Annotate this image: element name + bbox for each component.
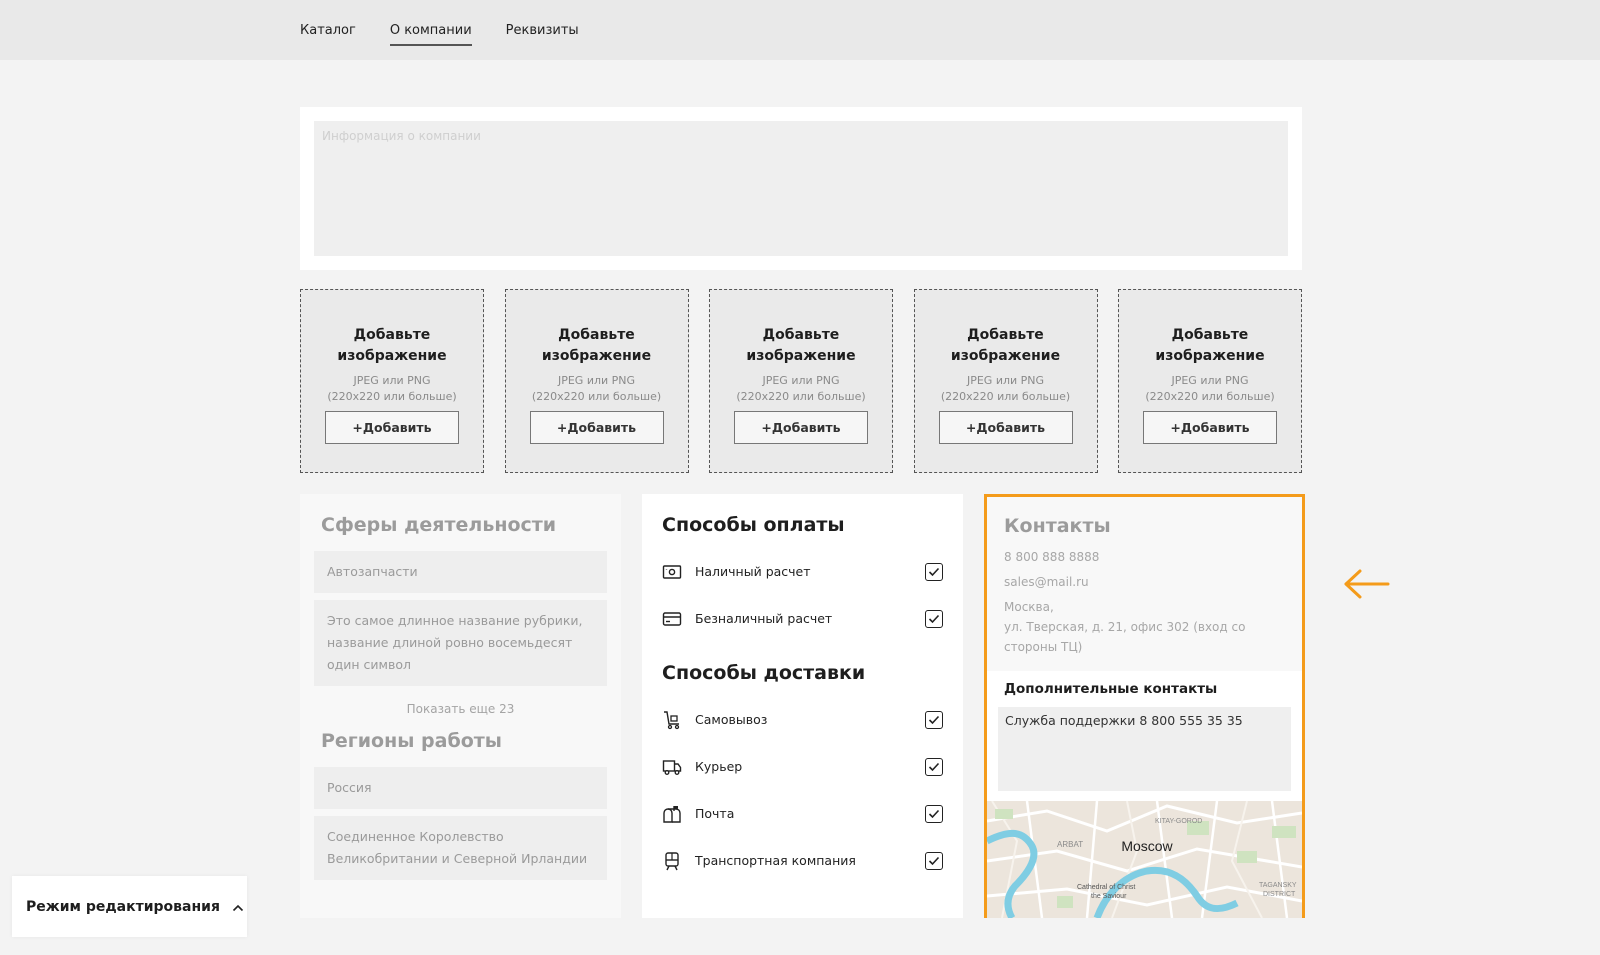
delivery-option-courier[interactable]: Курьер xyxy=(662,743,943,790)
main-nav: Каталог О компании Реквизиты xyxy=(300,0,579,60)
contact-address-city: Москва, xyxy=(1004,600,1054,614)
upload-title: Добавьте изображение xyxy=(337,327,447,364)
edit-mode-label: Режим редактирования xyxy=(26,898,220,915)
option-label: Наличный расчет xyxy=(695,564,811,579)
map-label: TAGANSKY xyxy=(1259,882,1297,889)
region-item[interactable]: Соединенное Королевство Великобритании и… xyxy=(314,816,607,880)
payment-option-cash[interactable]: Наличный расчет xyxy=(662,548,943,595)
map-label: the Saviour xyxy=(1091,893,1127,900)
image-upload-slot[interactable]: Добавьте изображение JPEG или PNG (220x2… xyxy=(913,289,1098,473)
additional-contacts-field[interactable]: Служба поддержки 8 800 555 35 35 xyxy=(998,707,1291,791)
delivery-option-transport-company[interactable]: Транспортная компания xyxy=(662,837,943,884)
add-image-button[interactable]: +Добавить xyxy=(734,411,868,444)
checkbox-checked[interactable] xyxy=(925,710,943,729)
checkbox-checked[interactable] xyxy=(925,757,943,776)
contacts-panel: Контакты 8 800 888 8888 sales@mail.ru Мо… xyxy=(984,494,1305,918)
checkbox-checked[interactable] xyxy=(925,609,943,628)
nav-tab-requisites[interactable]: Реквизиты xyxy=(506,15,579,46)
company-info-textarea[interactable] xyxy=(314,121,1288,256)
option-label: Самовывоз xyxy=(695,712,768,727)
image-upload-slot[interactable]: Добавьте изображение JPEG или PNG (220x2… xyxy=(300,289,484,473)
payment-title: Способы оплаты xyxy=(662,514,845,536)
payment-delivery-panel: Способы оплаты Наличный расчет Безналичн… xyxy=(642,494,963,918)
image-upload-slot[interactable]: Добавьте изображение JPEG или PNG (220x2… xyxy=(709,289,893,473)
upload-hint: JPEG или PNG (220x220 или больше) xyxy=(327,374,457,403)
truck-icon xyxy=(662,757,682,777)
region-item[interactable]: Россия xyxy=(314,767,607,809)
contact-address-street: ул. Тверская, д. 21, офис 302 (вход со с… xyxy=(1004,620,1246,654)
add-image-button[interactable]: +Добавить xyxy=(325,411,459,444)
additional-contacts-title: Дополнительные контакты xyxy=(1004,681,1218,697)
map-city-label: Moscow xyxy=(1121,838,1173,854)
train-icon xyxy=(662,851,682,871)
regions-title: Регионы работы xyxy=(321,730,502,752)
delivery-option-post[interactable]: Почта xyxy=(662,790,943,837)
checkbox-checked[interactable] xyxy=(925,804,943,823)
edit-mode-toggle[interactable]: Режим редактирования xyxy=(12,876,247,937)
delivery-option-pickup[interactable]: Самовывоз xyxy=(662,696,943,743)
upload-hint: JPEG или PNG (220x220 или больше) xyxy=(940,374,1071,403)
checkbox-checked[interactable] xyxy=(925,851,943,870)
activities-title: Сферы деятельности xyxy=(321,514,557,536)
option-label: Почта xyxy=(695,806,735,821)
mailbox-icon xyxy=(662,804,682,824)
add-image-button[interactable]: +Добавить xyxy=(1143,411,1277,444)
add-image-button[interactable]: +Добавить xyxy=(938,411,1073,444)
nav-tab-about[interactable]: О компании xyxy=(389,15,472,46)
company-info-card xyxy=(300,107,1302,270)
image-upload-row: Добавьте изображение JPEG или PNG (220x2… xyxy=(300,289,1302,473)
upload-title: Добавьте изображение xyxy=(541,327,652,364)
upload-title: Добавьте изображение xyxy=(746,327,856,364)
upload-hint: JPEG или PNG (220x220 или больше) xyxy=(736,374,866,403)
upload-hint: JPEG или PNG (220x220 или больше) xyxy=(531,374,662,403)
contacts-title: Контакты xyxy=(1004,515,1111,537)
activities-regions-panel: Сферы деятельности Автозапчасти Это само… xyxy=(300,494,621,918)
upload-title: Добавьте изображение xyxy=(950,327,1061,364)
contacts-main: Контакты 8 800 888 8888 sales@mail.ru Мо… xyxy=(987,497,1302,671)
add-image-button[interactable]: +Добавить xyxy=(529,411,664,444)
contact-phone[interactable]: 8 800 888 8888 xyxy=(1004,547,1288,567)
map-label: Cathedral of Christ xyxy=(1077,884,1135,891)
arrow-left-icon xyxy=(1344,569,1390,599)
image-upload-slot[interactable]: Добавьте изображение JPEG или PNG (220x2… xyxy=(1118,289,1302,473)
upload-title: Добавьте изображение xyxy=(1155,327,1265,364)
activity-item[interactable]: Автозапчасти xyxy=(314,551,607,593)
map-label: KITAY-GOROD xyxy=(1155,818,1202,825)
show-more-link[interactable]: Показать еще 23 xyxy=(314,702,607,716)
checkbox-checked[interactable] xyxy=(925,562,943,581)
option-label: Курьер xyxy=(695,759,743,774)
map-label: ARBAT xyxy=(1057,840,1083,849)
map-label: DISTRICT xyxy=(1263,891,1296,898)
nav-tab-catalog[interactable]: Каталог xyxy=(300,15,356,46)
additional-contacts-section: Дополнительные контакты Служба поддержки… xyxy=(987,671,1302,801)
top-bar: Каталог О компании Реквизиты xyxy=(0,0,1600,60)
upload-hint: JPEG или PNG (220x220 или больше) xyxy=(1145,374,1275,403)
chevron-up-icon xyxy=(232,897,244,916)
image-upload-slot[interactable]: Добавьте изображение JPEG или PNG (220x2… xyxy=(504,289,689,473)
cash-icon xyxy=(662,562,682,582)
payment-option-card[interactable]: Безналичный расчет xyxy=(662,595,943,642)
contacts-map[interactable]: Moscow ARBAT KITAY-GOROD Cathedral of Ch… xyxy=(987,801,1302,918)
option-label: Безналичный расчет xyxy=(695,611,833,626)
activity-item[interactable]: Это самое длинное название рубрики, назв… xyxy=(314,600,607,686)
contact-email[interactable]: sales@mail.ru xyxy=(1004,572,1288,592)
delivery-title: Способы доставки xyxy=(662,662,866,684)
option-label: Транспортная компания xyxy=(695,853,856,868)
card-icon xyxy=(662,609,682,629)
pickup-cart-icon xyxy=(662,710,682,730)
